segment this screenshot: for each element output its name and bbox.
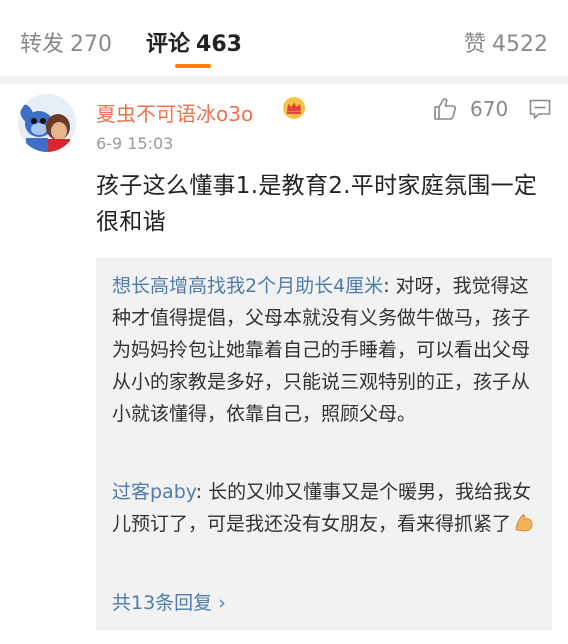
tab-repost-label: 转发 — [20, 32, 65, 57]
tab-likes-count: 4522 — [492, 32, 548, 57]
chevron-right-icon: › — [218, 592, 226, 614]
like-icon[interactable] — [432, 96, 458, 122]
tab-repost[interactable]: 转发 270 — [20, 26, 112, 58]
reply-item[interactable]: 想长高增高找我2个月助长4厘米: 对呀，我觉得这种才值得提倡，父母本就没有义务做… — [112, 270, 540, 430]
tab-likes[interactable]: 赞 4522 — [464, 26, 548, 58]
tab-comments-count: 463 — [196, 32, 242, 57]
comment-username[interactable]: 夏虫不可语冰o3o — [96, 98, 253, 127]
reply-text: : 对呀，我觉得这种才值得提倡，父母本就没有义务做牛做马，孩子为妈妈拎包让她靠着… — [112, 275, 531, 425]
active-tab-indicator — [175, 64, 211, 68]
tab-comments[interactable]: 评论 463 — [146, 26, 242, 58]
tab-repost-count: 270 — [70, 32, 113, 57]
tab-comments-label: 评论 — [146, 32, 191, 57]
section-divider — [0, 76, 568, 84]
like-count: 670 — [470, 97, 509, 121]
comment-tabs: 转发 270 评论 463 赞 4522 — [0, 0, 568, 76]
crown-icon — [283, 97, 305, 119]
comment-timestamp: 6-9 15:03 — [96, 134, 174, 153]
reply-author[interactable]: 想长高增高找我2个月助长4厘米 — [112, 275, 383, 297]
reply-item[interactable]: 过客paby: 长的又帅又懂事又是个暖男，我给我女儿预订了，可是我还没有女朋友，… — [112, 476, 540, 540]
avatar[interactable] — [18, 94, 76, 152]
replies-panel[interactable]: 想长高增高找我2个月助长4厘米: 对呀，我觉得这种才值得提倡，父母本就没有义务做… — [96, 258, 552, 630]
reply-icon[interactable] — [528, 97, 552, 121]
tab-likes-label: 赞 — [463, 32, 486, 57]
reply-author[interactable]: 过客paby — [112, 481, 196, 503]
comment-text: 孩子这么懂事1.是教育2.平时家庭氛围一定很和谐 — [96, 173, 538, 235]
view-all-replies-label: 共13条回复 — [112, 592, 213, 614]
biceps-icon — [515, 513, 533, 532]
view-all-replies-link[interactable]: 共13条回复 › — [112, 588, 226, 615]
